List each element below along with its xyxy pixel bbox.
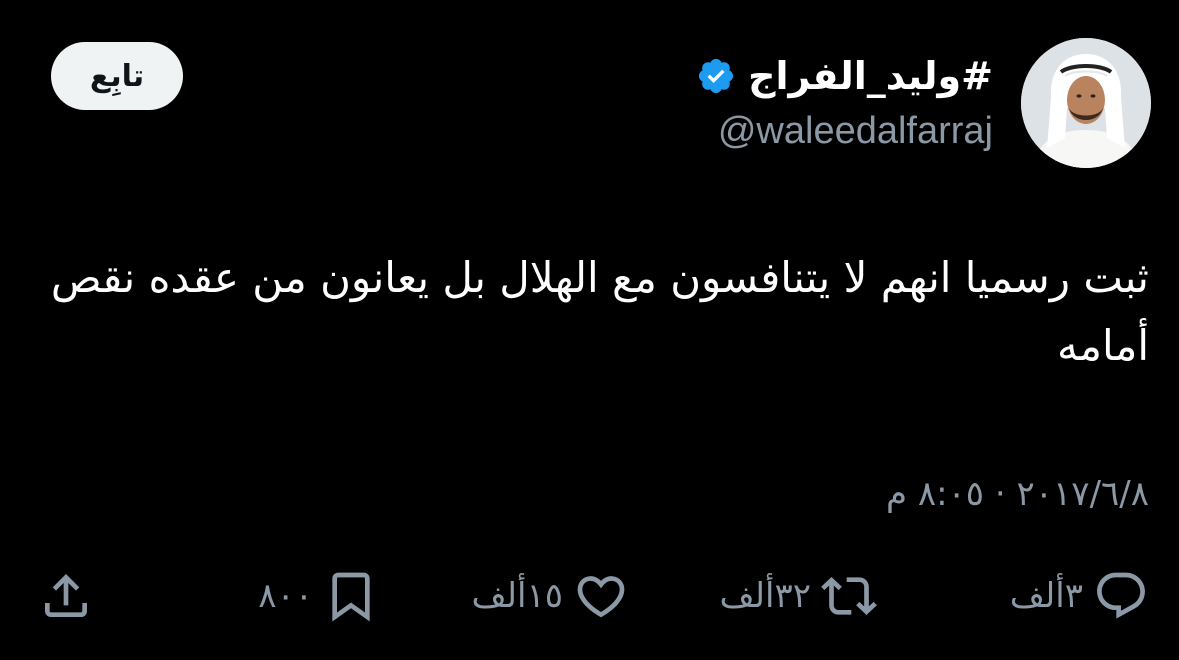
tweet-timestamp[interactable]: ٢٠١٧/٦/٨ · ٨:٠٥ م bbox=[886, 474, 1149, 514]
bookmark-icon bbox=[332, 572, 370, 622]
bookmark-button[interactable]: ٨٠٠ bbox=[258, 566, 379, 626]
share-icon bbox=[45, 574, 87, 617]
reply-count: ٣ألف bbox=[1009, 576, 1083, 616]
bookmark-count: ٨٠٠ bbox=[258, 576, 313, 616]
reply-button[interactable]: ٣ألف bbox=[1010, 566, 1149, 626]
person-avatar-icon bbox=[1021, 38, 1151, 168]
heart-icon bbox=[577, 576, 625, 618]
verified-badge-icon bbox=[696, 56, 736, 96]
like-button[interactable]: ١٥ألف bbox=[471, 566, 629, 626]
action-bar: ٣ألف ٣٢ألف ١٥ألف ٨٠٠ bbox=[30, 566, 1149, 626]
author-display-name[interactable]: #وليد_الفراج bbox=[748, 54, 993, 98]
avatar[interactable] bbox=[1021, 38, 1151, 168]
retweet-icon bbox=[821, 577, 877, 615]
retweet-count: ٣٢ألف bbox=[719, 576, 811, 616]
tweet-text: ثبت رسميا انهم لا يتنافسون مع الهلال بل … bbox=[50, 253, 1149, 370]
like-count: ١٥ألف bbox=[471, 576, 563, 616]
tweet-card: #وليد_الفراج @waleedalfarraj تابِع ثبت ر… bbox=[0, 0, 1179, 660]
reply-icon bbox=[1097, 572, 1145, 619]
follow-button[interactable]: تابِع bbox=[51, 42, 183, 110]
author-name-row[interactable]: #وليد_الفراج bbox=[696, 54, 993, 98]
retweet-button[interactable]: ٣٢ألف bbox=[719, 566, 877, 626]
share-button[interactable] bbox=[38, 566, 94, 626]
author-handle[interactable]: @waleedalfarraj bbox=[718, 110, 993, 153]
